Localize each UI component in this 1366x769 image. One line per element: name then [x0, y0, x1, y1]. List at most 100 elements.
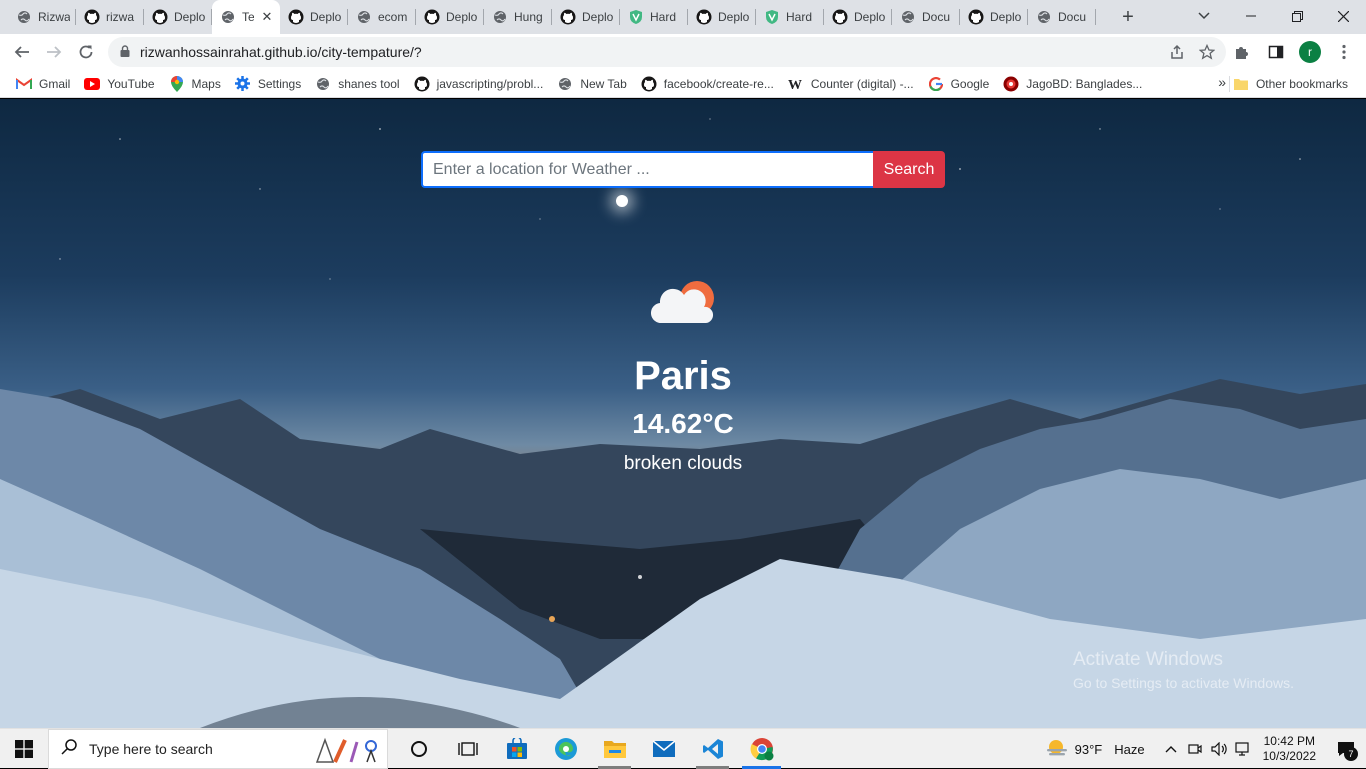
tab[interactable]: rizwa [76, 0, 144, 34]
avatar: r [1299, 41, 1321, 63]
tab[interactable]: Rizwa [8, 0, 76, 34]
tray-weather-widget[interactable]: 93°F Haze [1045, 738, 1145, 761]
file-explorer-icon[interactable] [590, 729, 639, 769]
tab[interactable]: Hung [484, 0, 552, 34]
network-ethernet-icon[interactable] [1231, 729, 1255, 769]
tab[interactable]: Deplo [280, 0, 348, 34]
bookmark-item[interactable]: W Counter (digital) -... [782, 70, 922, 98]
forward-arrow-icon[interactable] [38, 36, 70, 68]
tab-label: Deplo [310, 10, 342, 24]
shield-icon [764, 9, 780, 25]
profile-avatar[interactable]: r [1296, 36, 1324, 68]
windows-start-icon[interactable] [0, 729, 48, 769]
globe-icon [1036, 9, 1052, 25]
tab-label: Deplo [990, 10, 1022, 24]
tray-weather-temp: 93°F [1074, 741, 1103, 757]
minimize-icon[interactable] [1228, 0, 1274, 32]
github-icon [84, 9, 100, 25]
tab[interactable]: Deplo [416, 0, 484, 34]
tab[interactable]: Deplo [824, 0, 892, 34]
back-arrow-icon[interactable] [6, 36, 38, 68]
tab[interactable]: Deplo [144, 0, 212, 34]
bookmark-item[interactable]: shanes tool [309, 70, 407, 98]
extensions-puzzle-icon[interactable] [1228, 36, 1256, 68]
chrome-menu-icon[interactable] [1330, 36, 1358, 68]
moon-glow [616, 195, 628, 207]
tab-search-icon[interactable] [1190, 0, 1218, 32]
new-tab-button[interactable]: + [1114, 3, 1142, 31]
edge-browser-icon[interactable] [541, 729, 590, 769]
share-icon[interactable] [1164, 39, 1190, 65]
github-icon [641, 76, 657, 92]
task-view-icon[interactable] [443, 729, 492, 769]
bookmark-item[interactable]: YouTube [78, 70, 162, 98]
search-icon [61, 739, 77, 758]
bookmark-label: Maps [191, 76, 221, 91]
close-tab-icon[interactable]: ✕ [260, 9, 274, 25]
bookmark-label: shanes tool [338, 76, 400, 91]
tab[interactable]: Deplo [688, 0, 756, 34]
lock-icon[interactable] [120, 44, 130, 60]
bookmark-item[interactable]: facebook/create-re... [635, 70, 782, 98]
youtube-icon [84, 76, 101, 92]
bookmark-item[interactable]: Settings [229, 70, 309, 98]
bookmark-star-icon[interactable] [1194, 39, 1220, 65]
bookmark-label: New Tab [580, 76, 627, 91]
location-search-input[interactable] [421, 151, 873, 188]
bookmark-item[interactable]: Gmail [10, 70, 78, 98]
notification-center-icon[interactable]: 7 [1326, 729, 1366, 769]
taskbar-search-placeholder: Type here to search [89, 740, 213, 757]
speaker-volume-icon[interactable] [1207, 729, 1231, 769]
other-bookmarks-folder[interactable]: Other bookmarks [1227, 70, 1356, 98]
reload-icon[interactable] [70, 36, 102, 68]
system-tray: 93°F Haze 10:42 PM 10/3/2022 7 [1045, 729, 1366, 769]
tab[interactable]: Hard [620, 0, 688, 34]
globe-icon [356, 9, 372, 25]
meet-now-icon[interactable] [1183, 729, 1207, 769]
tab-label: ecom [378, 10, 408, 24]
jagobd-icon [1003, 76, 1019, 92]
taskbar-search-box[interactable]: Type here to search [48, 728, 388, 769]
close-window-icon[interactable] [1320, 0, 1366, 32]
search-button[interactable]: Search [873, 151, 945, 188]
bookmark-label: facebook/create-re... [663, 76, 774, 91]
mail-icon[interactable] [639, 729, 688, 769]
tab[interactable]: Hard [756, 0, 824, 34]
other-bookmarks-label: Other bookmarks [1255, 77, 1348, 91]
bookmarks-bar: Gmail YouTube Maps Settings shanes tool javas… [0, 70, 1366, 98]
tab[interactable]: Docu [892, 0, 960, 34]
system-clock[interactable]: 10:42 PM 10/3/2022 [1263, 734, 1316, 764]
clock-date: 10/3/2022 [1262, 749, 1316, 763]
cortana-icon[interactable] [394, 729, 443, 769]
chrome-taskbar-icon[interactable] [737, 729, 786, 769]
tab[interactable]: ecom [348, 0, 416, 34]
bookmarks-overflow-button[interactable]: » [1218, 74, 1226, 90]
bookmark-label: Settings [257, 76, 302, 91]
temperature: 14.62°C [632, 408, 734, 439]
bookmark-item[interactable]: Maps [163, 70, 229, 98]
tab-label: rizwa [106, 10, 135, 24]
bookmark-item[interactable]: Google [922, 70, 998, 98]
tab-active[interactable]: Te ✕ [212, 0, 280, 34]
activate-windows-watermark: Activate Windows Go to Settings to activ… [1073, 649, 1294, 691]
side-panel-icon[interactable] [1262, 36, 1290, 68]
tab[interactable]: Deplo [552, 0, 620, 34]
tab[interactable]: Docu [1028, 0, 1096, 34]
bookmark-item[interactable]: javascripting/probl... [408, 70, 552, 98]
vscode-icon[interactable] [688, 729, 737, 769]
bookmark-item[interactable]: JagoBD: Banglades... [997, 70, 1150, 98]
tab-label: Te [242, 10, 254, 24]
bookmark-label: javascripting/probl... [436, 76, 544, 91]
chevron-up-icon[interactable] [1159, 729, 1183, 769]
microsoft-store-icon[interactable] [492, 729, 541, 769]
restore-icon[interactable] [1274, 0, 1320, 32]
search-highlight-doodle-icon [311, 734, 383, 769]
watermark-subtitle: Go to Settings to activate Windows. [1073, 675, 1294, 691]
weather-page: Search Paris 14.62°C broken clouds Activ… [0, 99, 1366, 728]
github-icon [696, 9, 712, 25]
bookmark-label: Counter (digital) -... [810, 76, 914, 91]
location-search-form: Search [421, 151, 945, 188]
tab[interactable]: Deplo [960, 0, 1028, 34]
address-bar[interactable]: rizwanhossainrahat.github.io/city-tempat… [108, 37, 1226, 67]
bookmark-item[interactable]: New Tab [551, 70, 634, 98]
